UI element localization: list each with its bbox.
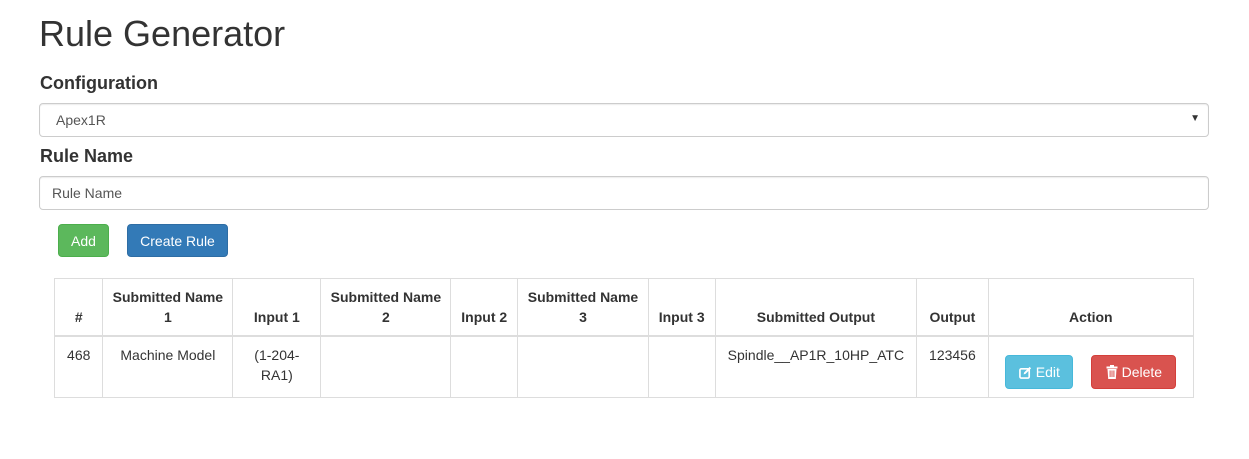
page-title: Rule Generator [39, 13, 286, 54]
cell-submitted-name-1: Machine Model [102, 335, 234, 398]
action-buttons: Edit Delete [995, 345, 1187, 389]
header-input-1: Input 1 [232, 278, 322, 337]
header-output: Output [916, 278, 989, 337]
header-submitted-name-2: Submitted Name 2 [320, 278, 452, 337]
edit-icon [1018, 366, 1032, 379]
cell-submitted-name-2 [320, 335, 452, 398]
rule-name-label: Rule Name [40, 146, 134, 166]
rule-name-input[interactable] [39, 176, 1209, 210]
header-num: # [53, 278, 104, 337]
rules-table-header: # Submitted Name 1 Input 1 Submitted Nam… [53, 278, 1195, 337]
cell-input-1: (1-204-RA1) [232, 335, 322, 398]
configuration-select[interactable]: Apex1R ▼ [39, 103, 1209, 137]
table-row: 468 Machine Model (1-204-RA1) Spindle__A… [53, 335, 1195, 398]
header-submitted-name-1: Submitted Name 1 [102, 278, 234, 337]
cell-input-3 [647, 335, 716, 398]
cell-submitted-name-3 [517, 335, 649, 398]
cell-num: 468 [53, 335, 104, 398]
create-rule-button[interactable]: Create Rule [127, 224, 228, 257]
cell-submitted-output: Spindle__AP1R_10HP_ATC [714, 335, 918, 398]
delete-label: Delete [1121, 364, 1163, 380]
cell-output: 123456 [916, 335, 989, 398]
rules-table-body: 468 Machine Model (1-204-RA1) Spindle__A… [53, 335, 1195, 398]
add-button[interactable]: Add [58, 224, 109, 257]
header-submitted-output: Submitted Output [714, 278, 918, 337]
cell-input-2 [450, 335, 519, 398]
table-header-row: # Submitted Name 1 Input 1 Submitted Nam… [53, 278, 1195, 337]
rules-table: # Submitted Name 1 Input 1 Submitted Nam… [53, 278, 1195, 398]
trash-icon [1106, 365, 1118, 379]
header-input-2: Input 2 [450, 278, 519, 337]
header-input-3: Input 3 [647, 278, 716, 337]
header-submitted-name-3: Submitted Name 3 [517, 278, 649, 337]
delete-button[interactable]: Delete [1091, 355, 1177, 389]
rule-generator-page: Rule Generator Configuration Apex1R ▼ Ru… [0, 0, 1249, 459]
edit-label: Edit [1035, 364, 1060, 380]
edit-button[interactable]: Edit [1005, 355, 1074, 389]
cell-action: Edit Delete [987, 335, 1195, 398]
caret-down-icon: ▼ [1190, 113, 1200, 124]
header-action: Action [987, 278, 1195, 337]
configuration-label: Configuration [40, 73, 158, 93]
configuration-selected-value: Apex1R [56, 112, 106, 128]
